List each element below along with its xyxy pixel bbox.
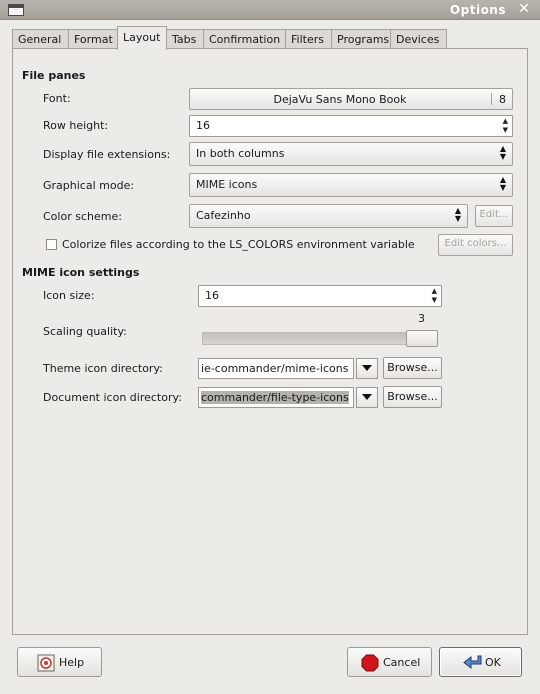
- tab-filters[interactable]: Filters: [285, 29, 332, 49]
- window-icon: [8, 4, 24, 16]
- row-height-value: 16: [196, 119, 210, 132]
- icon-size-value: 16: [205, 289, 219, 302]
- theme-browse-button[interactable]: Browse...: [383, 357, 442, 379]
- colorize-checkbox[interactable]: [46, 239, 57, 250]
- colorize-label: Colorize files according to the LS_COLOR…: [62, 238, 415, 251]
- theme-dir-value: ie-commander/mime-icons: [201, 362, 349, 375]
- graphical-mode-label: Graphical mode:: [43, 179, 135, 192]
- updown-arrow-icon: ▲ ▼: [499, 175, 506, 192]
- edit-scheme-button[interactable]: Edit...: [475, 205, 513, 227]
- theme-dir-label: Theme icon directory:: [43, 362, 163, 375]
- tab-programs[interactable]: Programs: [331, 29, 391, 49]
- document-dir-input[interactable]: commander/file-type-icons: [198, 387, 354, 408]
- updown-arrow-icon: ▲ ▼: [454, 206, 461, 223]
- cancel-icon: [361, 654, 379, 672]
- theme-dir-dropdown[interactable]: [356, 358, 378, 379]
- cancel-label: Cancel: [383, 656, 421, 669]
- color-scheme-select[interactable]: Cafezinho ▲ ▼: [189, 204, 468, 228]
- scaling-slider-track[interactable]: [202, 332, 432, 345]
- color-scheme-value: Cafezinho: [196, 209, 251, 222]
- graphical-mode-value: MIME icons: [196, 178, 258, 191]
- spin-arrows-icon[interactable]: ▲ ▼: [503, 117, 508, 135]
- color-scheme-label: Color scheme:: [43, 210, 122, 223]
- document-dir-label: Document icon directory:: [43, 391, 182, 404]
- ok-label: OK: [485, 656, 501, 669]
- font-button[interactable]: DejaVu Sans Mono Book 8: [189, 88, 513, 110]
- graphical-mode-select[interactable]: MIME icons ▲ ▼: [189, 173, 513, 197]
- row-height-label: Row height:: [43, 119, 109, 132]
- tab-confirmation[interactable]: Confirmation: [203, 29, 286, 49]
- cancel-button[interactable]: Cancel: [347, 647, 432, 677]
- tab-layout[interactable]: Layout: [117, 26, 167, 50]
- title-bar: Options ✕: [0, 0, 540, 20]
- tab-tabs[interactable]: Tabs: [166, 29, 204, 49]
- tab-format[interactable]: Format: [68, 29, 118, 49]
- scaling-value: 3: [418, 312, 425, 325]
- edit-colors-button[interactable]: Edit colors...: [438, 234, 513, 256]
- extensions-select[interactable]: In both columns ▲ ▼: [189, 142, 513, 166]
- tab-devices[interactable]: Devices: [390, 29, 447, 49]
- help-button[interactable]: Help: [17, 647, 102, 677]
- ok-button[interactable]: OK: [439, 647, 522, 677]
- document-browse-button[interactable]: Browse...: [383, 386, 442, 408]
- file-panes-heading: File panes: [22, 69, 86, 82]
- font-separator: [491, 93, 492, 105]
- font-label: Font:: [43, 92, 71, 105]
- font-size: 8: [499, 93, 506, 106]
- scaling-quality-label: Scaling quality:: [43, 325, 127, 338]
- document-dir-value: commander/file-type-icons: [201, 391, 349, 404]
- scaling-slider-handle[interactable]: [406, 330, 438, 347]
- icon-size-spin[interactable]: 16 ▲ ▼: [198, 285, 442, 307]
- help-label: Help: [59, 656, 85, 669]
- window-title: Options: [449, 3, 506, 17]
- updown-arrow-icon: ▲ ▼: [499, 144, 506, 161]
- extensions-value: In both columns: [196, 147, 285, 160]
- dropdown-arrow-icon: [362, 394, 372, 400]
- font-name: DejaVu Sans Mono Book: [273, 93, 407, 106]
- tab-general[interactable]: General: [12, 29, 69, 49]
- close-icon[interactable]: ✕: [518, 1, 530, 17]
- spin-arrows-icon[interactable]: ▲ ▼: [432, 287, 437, 305]
- help-icon: [37, 654, 55, 672]
- extensions-label: Display file extensions:: [43, 148, 171, 161]
- theme-dir-input[interactable]: ie-commander/mime-icons: [198, 358, 354, 379]
- ok-return-icon: [463, 655, 482, 670]
- document-dir-dropdown[interactable]: [356, 387, 378, 408]
- row-height-spin[interactable]: 16 ▲ ▼: [189, 115, 513, 137]
- mime-heading: MIME icon settings: [22, 266, 140, 279]
- dropdown-arrow-icon: [362, 365, 372, 371]
- icon-size-label: Icon size:: [43, 289, 95, 302]
